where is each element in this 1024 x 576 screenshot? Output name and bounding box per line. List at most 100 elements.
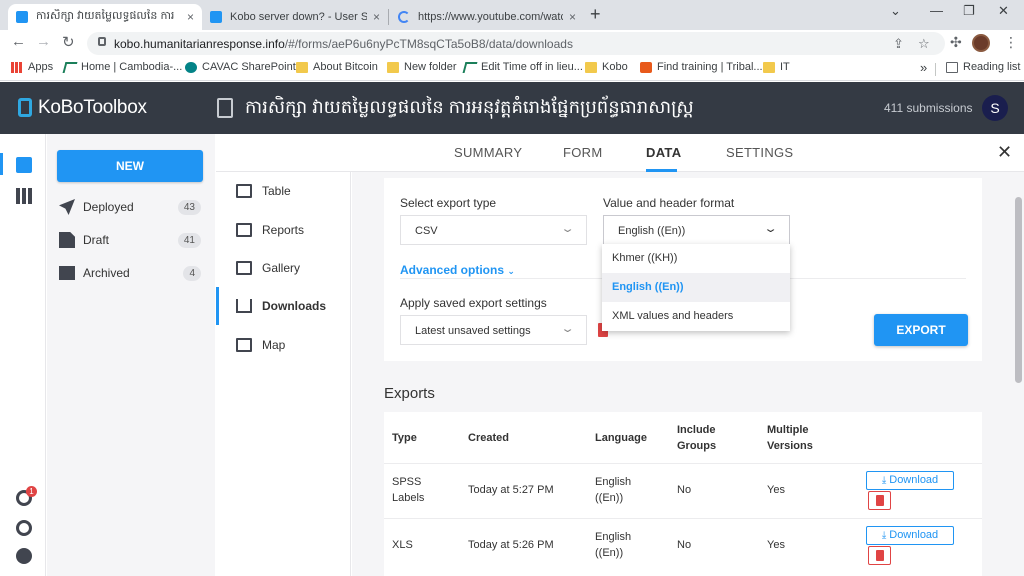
delete-export-button[interactable] [868, 546, 891, 565]
kobo-logo-icon[interactable] [18, 98, 32, 117]
address-bar[interactable]: kobo.humanitarianresponse.info/#/forms/a… [87, 32, 945, 55]
download-button[interactable]: ⤓ Download [866, 471, 954, 490]
app-logo[interactable]: KoBoToolbox [38, 97, 147, 119]
format-option-english[interactable]: English ((En)) [602, 273, 790, 302]
forward-button[interactable]: → [36, 33, 51, 50]
bookmark-label: CAVAC SharePoint [202, 61, 296, 73]
close-window-button[interactable]: ✕ [998, 3, 1009, 19]
tab-title: Kobo server down? - User Suppo [230, 11, 367, 23]
tab-settings[interactable]: SETTINGS [726, 145, 793, 160]
bookmark-label: Apps [28, 61, 54, 73]
tab-close-icon[interactable]: × [373, 10, 380, 24]
url-text[interactable]: kobo.humanitarianresponse.info/#/forms/a… [114, 37, 573, 51]
datanav-label: Table [262, 184, 291, 198]
col-header-language: Language [595, 432, 647, 444]
tab-search-icon[interactable]: ⌄ [890, 3, 901, 19]
library-sidebar: NEW Deployed 43 Draft 41 Archived 4 [47, 134, 215, 576]
bookmark-apps[interactable]: Apps [11, 61, 53, 73]
bookmark-label: IT [780, 61, 790, 73]
format-option-khmer[interactable]: Khmer ((KH)) [602, 244, 790, 273]
browser-menu-icon[interactable]: ⋮ [1004, 34, 1018, 51]
kobo-favicon-icon [16, 11, 28, 23]
bookmark-about-bitcoin[interactable]: About Bitcoin [296, 61, 378, 73]
bookmark-edit-time-off[interactable]: Edit Time off in lieu... [462, 61, 583, 73]
export-type-select[interactable]: CSV ⌄ [400, 215, 587, 245]
cell-include-groups: No [677, 484, 692, 496]
browser-tab-kobo-support[interactable]: Kobo server down? - User Suppo × [202, 4, 388, 30]
user-avatar[interactable]: S [982, 95, 1008, 121]
delete-export-button[interactable] [868, 491, 891, 510]
datanav-item-table[interactable]: Table [236, 184, 291, 198]
browser-tab-kobo-form[interactable]: ការសិក្សា វាយតម្លៃលទ្ធផលនៃ ការ × [8, 4, 202, 30]
reload-button[interactable]: ↻ [62, 33, 75, 51]
apps-grid-icon [11, 61, 23, 73]
bookmark-find-training[interactable]: Find training | Tribal... [640, 61, 763, 73]
datanav-item-gallery[interactable]: Gallery [236, 261, 300, 275]
tab-form[interactable]: FORM [563, 145, 602, 160]
kobo-icon [462, 61, 478, 73]
close-form-button[interactable]: ✕ [997, 142, 1012, 163]
saved-settings-select[interactable]: Latest unsaved settings ⌄ [400, 315, 587, 345]
tab-close-icon[interactable]: × [187, 10, 194, 24]
new-button[interactable]: NEW [57, 150, 203, 182]
trash-icon [876, 495, 884, 506]
forms-icon[interactable] [16, 157, 32, 173]
cell-created: Today at 5:27 PM [468, 484, 554, 496]
chevron-down-icon: ⌄ [763, 223, 778, 235]
bookmarks-overflow-button[interactable]: » [920, 60, 927, 75]
format-option-xml[interactable]: XML values and headers [602, 302, 790, 331]
tab-summary[interactable]: SUMMARY [454, 145, 522, 160]
download-button[interactable]: ⤓ Download [866, 526, 954, 545]
chevron-down-icon: ⌄ [507, 266, 515, 276]
format-select[interactable]: English ((En)) ⌄ [603, 215, 790, 245]
url-path: /#/forms/aeP6u6nyPcTM8sqCTa5oB8/data/dow… [284, 37, 573, 51]
export-button[interactable]: EXPORT [874, 314, 968, 346]
tab-close-icon[interactable]: × [569, 10, 576, 24]
github-icon[interactable] [16, 548, 32, 564]
profile-avatar[interactable] [972, 34, 990, 52]
sidebar-item-deployed[interactable]: Deployed 43 [59, 197, 201, 217]
sidebar-item-label: Deployed [83, 200, 134, 214]
bookmark-star-icon[interactable]: ☆ [918, 36, 930, 52]
cell-language: English ((En)) [595, 531, 632, 559]
sidebar-item-archived[interactable]: Archived 4 [59, 263, 201, 283]
language-globe-icon[interactable] [16, 520, 32, 536]
form-edit-icon [217, 98, 233, 118]
format-label: Value and header format [603, 196, 735, 210]
back-button[interactable]: ← [11, 33, 26, 50]
new-tab-button[interactable]: + [590, 4, 601, 25]
tab-data[interactable]: DATA [646, 145, 681, 160]
folder-icon [296, 61, 308, 73]
browser-tab-youtube[interactable]: https://www.youtube.com/watch × [390, 4, 584, 30]
share-icon[interactable]: ⇪ [893, 36, 904, 52]
form-title: ការសិក្សា វាយតម្លៃលទ្ធផលនៃ ការអនុវត្តគំរ… [245, 97, 694, 117]
minimize-button[interactable]: — [930, 3, 943, 18]
library-icon[interactable] [16, 188, 32, 204]
tab-title: https://www.youtube.com/watch [418, 11, 563, 23]
bookmark-it[interactable]: IT [763, 61, 790, 73]
gallery-image-icon [236, 261, 252, 275]
bookmark-new-folder[interactable]: New folder [387, 61, 457, 73]
bookmarks-bar: Apps Home | Cambodia-... CAVAC SharePoin… [0, 57, 1024, 81]
datanav-item-downloads[interactable]: Downloads [236, 299, 326, 313]
bookmark-home-cambodia[interactable]: Home | Cambodia-... [62, 61, 182, 73]
count-badge: 43 [177, 199, 201, 215]
bookmark-cavac-sharepoint[interactable]: CAVAC SharePoint [185, 61, 296, 73]
bookmark-label: New folder [404, 61, 457, 73]
reading-list-button[interactable]: Reading list [946, 61, 1020, 73]
reports-chart-icon [236, 223, 252, 237]
datanav-item-map[interactable]: Map [236, 338, 285, 352]
bookmark-kobo[interactable]: Kobo [585, 61, 628, 73]
restore-button[interactable]: ❐ [963, 3, 975, 19]
page-scrollbar[interactable] [1015, 197, 1022, 383]
extensions-icon[interactable]: ✣ [950, 34, 962, 51]
download-icon [236, 299, 252, 313]
advanced-options-toggle[interactable]: Advanced options ⌄ [400, 263, 515, 277]
datanav-item-reports[interactable]: Reports [236, 223, 304, 237]
row-divider [384, 518, 982, 519]
cell-type: SPSS Labels [392, 476, 425, 504]
advanced-options-label: Advanced options [400, 263, 505, 277]
cell-type: XLS [392, 539, 413, 551]
cell-include-groups: No [677, 539, 692, 551]
sidebar-item-draft[interactable]: Draft 41 [59, 230, 201, 250]
